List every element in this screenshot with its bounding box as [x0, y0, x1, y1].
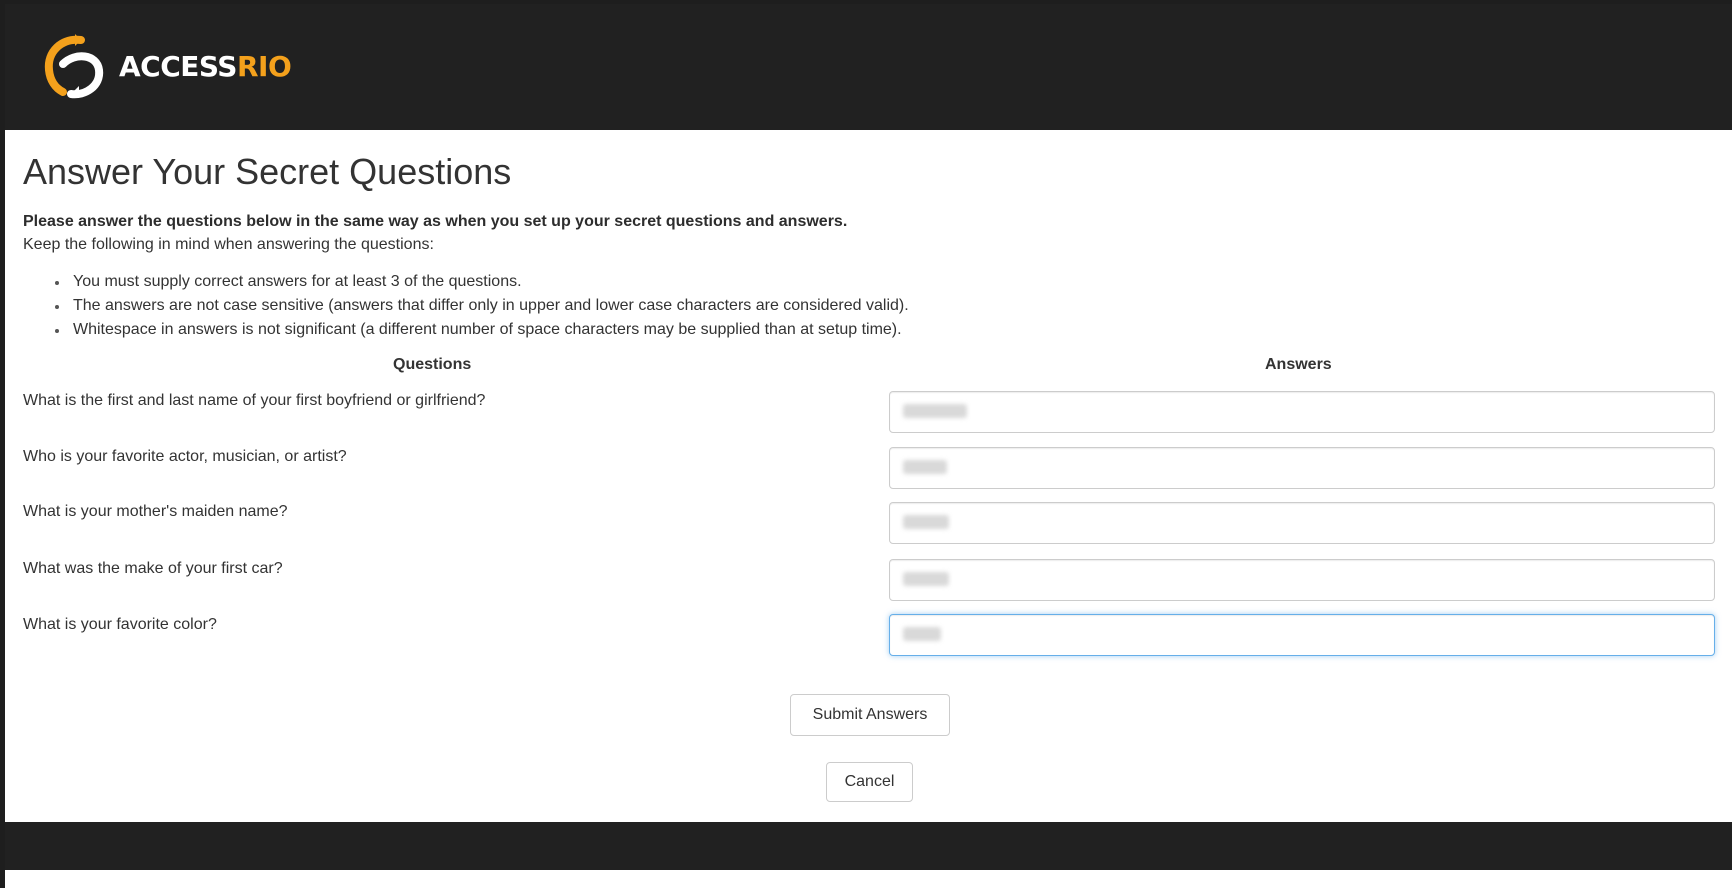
app-header: ACCESSRIO — [5, 4, 1732, 130]
app-footer — [5, 822, 1732, 870]
answer-row-5 — [889, 614, 1715, 656]
logo-text-access: ACCESS — [119, 50, 237, 83]
answer-row-2 — [889, 447, 1715, 489]
answer-row-4 — [889, 559, 1715, 601]
question-label-4: What was the make of your first car? — [23, 560, 283, 577]
accessrio-logo[interactable]: ACCESSRIO — [41, 34, 292, 100]
answer-input-3[interactable] — [889, 502, 1715, 544]
intro-note: Keep the following in mind when answerin… — [23, 236, 434, 253]
logo-wordmark: ACCESSRIO — [119, 50, 292, 83]
page-frame — [0, 0, 1732, 888]
question-label-5: What is your favorite color? — [23, 616, 217, 633]
cancel-button[interactable]: Cancel — [826, 762, 913, 802]
answer-row-3 — [889, 502, 1715, 544]
intro-text: Please answer the questions below in the… — [23, 210, 847, 256]
logo-text-rio: RIO — [236, 50, 292, 83]
question-label-3: What is your mother's maiden name? — [23, 503, 288, 520]
question-label-1: What is the first and last name of your … — [23, 392, 486, 409]
rule-item: Whitespace in answers is not significant… — [55, 318, 909, 342]
answer-input-5[interactable] — [889, 614, 1715, 656]
page-title: Answer Your Secret Questions — [23, 151, 512, 192]
answers-column-header: Answers — [1265, 356, 1332, 373]
answer-input-1[interactable] — [889, 391, 1715, 433]
answer-input-2[interactable] — [889, 447, 1715, 489]
questions-column-header: Questions — [393, 356, 472, 373]
rule-item: The answers are not case sensitive (answ… — [55, 294, 909, 318]
answer-input-4[interactable] — [889, 559, 1715, 601]
rules-list: You must supply correct answers for at l… — [23, 270, 909, 342]
intro-instruction: Please answer the questions below in the… — [23, 213, 848, 230]
answer-row-1 — [889, 391, 1715, 433]
submit-answers-button[interactable]: Submit Answers — [790, 694, 950, 736]
rule-item: You must supply correct answers for at l… — [55, 270, 909, 294]
accessrio-swirl-icon — [44, 34, 104, 99]
question-label-2: Who is your favorite actor, musician, or… — [23, 448, 347, 465]
